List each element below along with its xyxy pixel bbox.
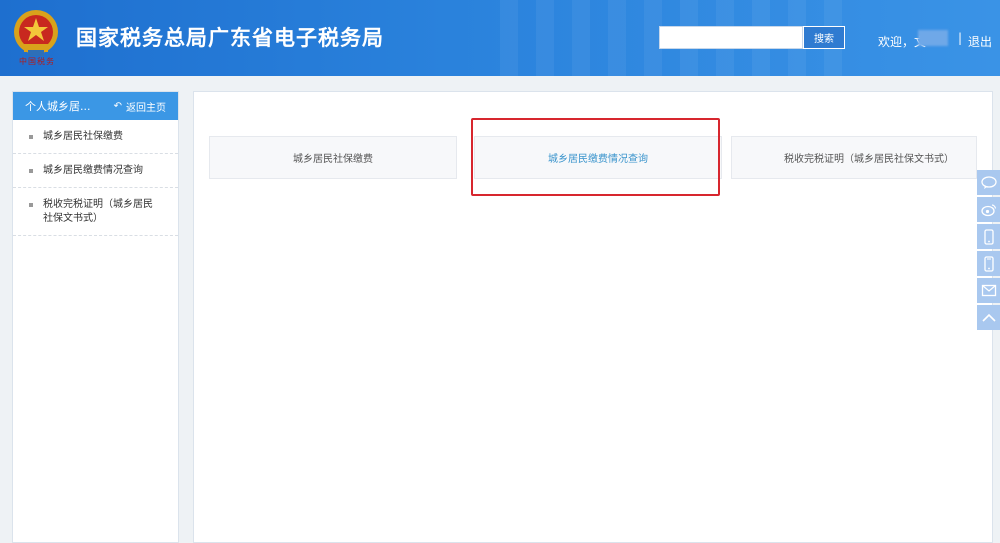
back-arrow-icon: ↶ (113, 101, 122, 112)
card-label: 税收完税证明（城乡居民社保文书式） (784, 154, 954, 165)
floating-toolbar (977, 170, 1000, 332)
card-label: 城乡居民缴费情况查询 (548, 154, 648, 165)
sidebar: 个人城乡居... ↶ 返回主页 城乡居民社保缴费 城乡居民缴费情况查询 税收完税… (12, 91, 179, 543)
back-to-top-icon[interactable] (977, 305, 1000, 330)
card-social-insurance[interactable]: 城乡居民社保缴费 (209, 136, 457, 179)
header-bar: 中国税务 国家税务总局广东省电子税务局 搜索 欢迎，文 | 退出 (0, 0, 1000, 76)
bullet-icon (29, 203, 33, 207)
logout-link[interactable]: 退出 (968, 33, 992, 50)
main-panel: 城乡居民社保缴费 城乡居民缴费情况查询 税收完税证明（城乡居民社保文书式） (193, 91, 993, 543)
card-tax-certificate[interactable]: 税收完税证明（城乡居民社保文书式） (731, 136, 977, 179)
header-separator: | (958, 31, 963, 45)
mobile-icon[interactable] (977, 251, 1000, 276)
back-home-link[interactable]: ↶ 返回主页 (114, 99, 166, 114)
chat-icon[interactable] (977, 170, 1000, 195)
search-input[interactable] (659, 26, 803, 49)
bullet-icon (29, 135, 33, 139)
sidebar-item-social-insurance[interactable]: 城乡居民社保缴费 (13, 120, 178, 154)
sidebar-item-label: 税收完税证明（城乡居民社保文书式） (43, 199, 153, 224)
sidebar-item-label: 城乡居民社保缴费 (43, 131, 123, 142)
weibo-icon[interactable] (977, 197, 1000, 222)
bullet-icon (29, 169, 33, 173)
sidebar-item-label: 城乡居民缴费情况查询 (43, 165, 143, 176)
card-label: 城乡居民社保缴费 (293, 154, 373, 165)
sidebar-item-tax-certificate[interactable]: 税收完税证明（城乡居民社保文书式） (13, 188, 178, 236)
emblem-caption: 中国税务 (19, 57, 55, 66)
card-payment-query[interactable]: 城乡居民缴费情况查询 (474, 136, 722, 179)
mail-icon[interactable] (977, 278, 1000, 303)
back-home-label: 返回主页 (126, 103, 166, 114)
username-mask (918, 30, 948, 46)
sidebar-title: 个人城乡居... (25, 100, 91, 113)
phone-icon[interactable] (977, 224, 1000, 249)
search-button[interactable]: 搜索 (803, 26, 845, 49)
site-title: 国家税务总局广东省电子税务局 (76, 26, 384, 50)
sidebar-header: 个人城乡居... ↶ 返回主页 (13, 92, 178, 120)
sidebar-item-payment-query[interactable]: 城乡居民缴费情况查询 (13, 154, 178, 188)
